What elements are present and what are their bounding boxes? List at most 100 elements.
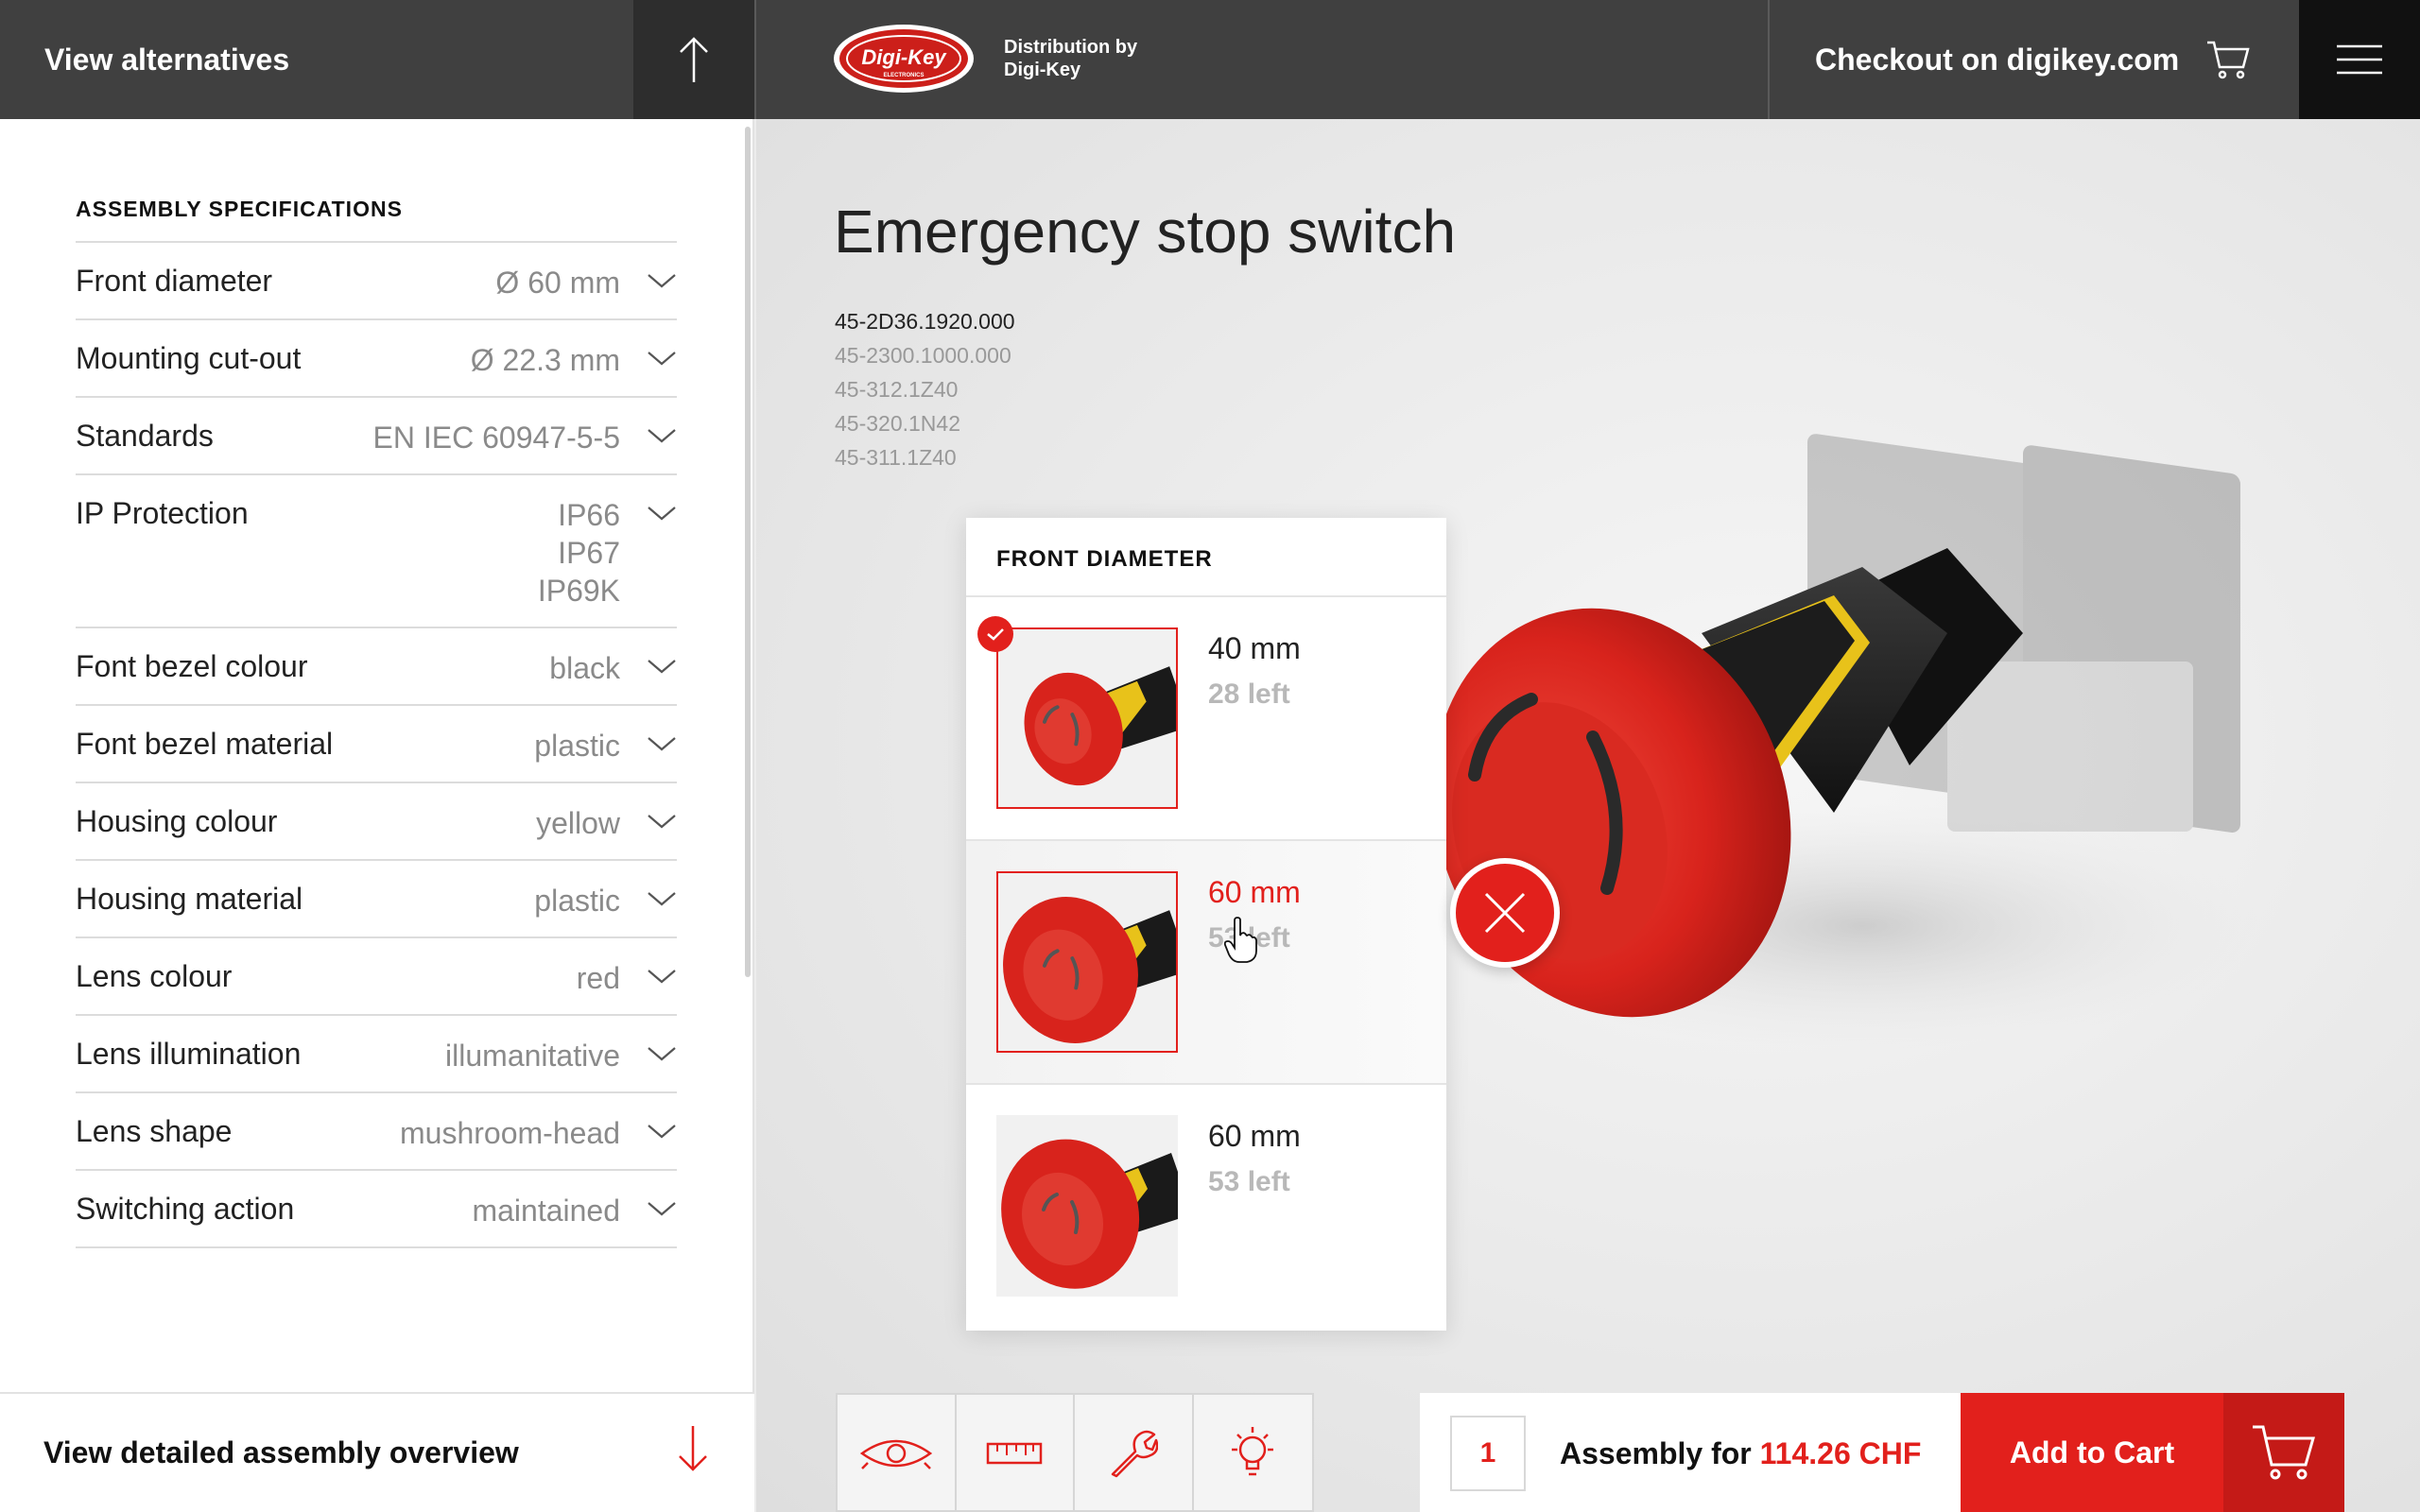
- option-stock: 53 left: [1208, 1166, 1290, 1197]
- spec-row[interactable]: Font bezel material plastic: [76, 706, 677, 783]
- quantity-input[interactable]: 1: [1450, 1416, 1526, 1491]
- close-icon: [1484, 892, 1526, 934]
- digikey-logo: Digi-Key ELECTRONICS: [834, 25, 974, 93]
- product-title: Emergency stop switch: [834, 198, 1457, 266]
- spec-row[interactable]: Front diameter Ø 60 mm: [76, 243, 677, 320]
- checkout-button[interactable]: Checkout on digikey.com: [1770, 0, 2299, 119]
- option-thumbnail: [996, 871, 1178, 1053]
- chevron-down-icon: [648, 737, 676, 751]
- chevron-down-icon: [648, 660, 676, 674]
- lightbulb-icon: [1232, 1427, 1274, 1476]
- option-stock: 28 left: [1208, 679, 1290, 710]
- front-diameter-popup: FRONT DIAMETER 40 mm 28 left 60 mm 53 left…: [966, 518, 1446, 1331]
- spec-row[interactable]: Mounting cut-out Ø 22.3 mm: [76, 320, 677, 398]
- view-overview-button[interactable]: View detailed assembly overview: [0, 1392, 754, 1512]
- dimensions-button[interactable]: [957, 1395, 1075, 1512]
- logo-text: Digi-Key: [861, 45, 947, 69]
- spec-row[interactable]: Lens illumination illumanitative: [76, 1016, 677, 1093]
- price-currency: CHF: [1858, 1436, 1922, 1470]
- spec-value: Ø 22.3 mm: [470, 343, 620, 377]
- arrow-up-icon[interactable]: [633, 0, 754, 119]
- spec-value: red: [576, 961, 620, 995]
- spec-values: yellow: [536, 804, 620, 842]
- chevron-down-icon: [648, 1047, 676, 1061]
- option-size: 60 mm: [1208, 1119, 1301, 1153]
- option-thumbnail: [996, 1115, 1178, 1297]
- hand-cursor-icon: [1224, 917, 1257, 963]
- divider: [754, 0, 756, 119]
- diameter-option[interactable]: 60 mm 53 left: [966, 1085, 1446, 1329]
- top-bar: View alternatives Digi-Key ELECTRONICS D…: [0, 0, 2420, 119]
- spec-values: plastic: [534, 727, 620, 765]
- overview-label: View detailed assembly overview: [43, 1435, 519, 1469]
- specifications-title: ASSEMBLY SPECIFICATIONS: [76, 197, 403, 221]
- spec-row[interactable]: Standards EN IEC 60947-5-5: [76, 398, 677, 475]
- chevron-down-icon: [648, 429, 676, 443]
- part-number-list: 45-2D36.1920.000 45-2300.1000.000 45-312.1…: [835, 304, 1015, 474]
- wrench-icon: [1111, 1430, 1158, 1478]
- scrollbar[interactable]: [745, 127, 751, 977]
- illumination-button[interactable]: [1194, 1395, 1313, 1512]
- spec-row[interactable]: Switching action maintained: [76, 1171, 677, 1248]
- hamburger-menu-icon[interactable]: [2299, 0, 2420, 119]
- checkout-label: Checkout on digikey.com: [1815, 42, 2180, 77]
- distribution-text: Distribution by Digi-Key: [1004, 36, 1137, 81]
- close-popup-button[interactable]: [1450, 858, 1560, 968]
- view-toolbar: [836, 1393, 1314, 1512]
- part-number: 45-311.1Z40: [835, 445, 957, 470]
- spec-value: plastic: [534, 884, 620, 918]
- cart-icon: [2207, 41, 2250, 79]
- spec-row[interactable]: Font bezel colour black: [76, 628, 677, 706]
- spec-values: illumanitative: [445, 1037, 620, 1074]
- assembly-label: Assembly for: [1560, 1436, 1752, 1470]
- part-number: 45-320.1N42: [835, 411, 960, 436]
- installation-button[interactable]: [1075, 1395, 1194, 1512]
- eye-icon: [859, 1439, 932, 1469]
- diameter-option[interactable]: 60 mm 53 left: [966, 841, 1446, 1085]
- spec-row[interactable]: Housing material plastic: [76, 861, 677, 938]
- spec-value: mushroom-head: [400, 1116, 620, 1150]
- add-to-cart-icon-button[interactable]: [2223, 1393, 2344, 1512]
- popup-title: FRONT DIAMETER: [966, 518, 1446, 597]
- specifications-panel: ASSEMBLY SPECIFICATIONS Front diameter Ø …: [0, 119, 754, 1512]
- spec-value: maintained: [472, 1194, 620, 1228]
- distributor-brand: Digi-Key ELECTRONICS Distribution by Dig…: [832, 23, 1137, 94]
- spec-value: IP66: [558, 498, 620, 532]
- part-number: 45-312.1Z40: [835, 377, 959, 402]
- distribution-line1: Distribution by: [1004, 37, 1138, 58]
- chevron-down-icon: [648, 352, 676, 366]
- add-to-cart-button[interactable]: Add to Cart: [1961, 1393, 2223, 1512]
- spec-values: plastic: [534, 882, 620, 919]
- cart-bar: 1 Assembly for 114.26 CHF Add to Cart: [1420, 1393, 2344, 1512]
- chevron-down-icon: [648, 970, 676, 984]
- spec-values: IP66 IP67 IP69K: [538, 496, 620, 610]
- distribution-line2: Digi-Key: [1004, 60, 1081, 80]
- spec-value: black: [549, 651, 620, 685]
- chevron-down-icon: [648, 815, 676, 829]
- spec-row[interactable]: IP Protection IP66 IP67 IP69K: [76, 475, 677, 628]
- spec-values: Ø 22.3 mm: [471, 341, 620, 379]
- spec-row[interactable]: Housing colour yellow: [76, 783, 677, 861]
- option-size: 40 mm: [1208, 631, 1301, 665]
- spec-value: IP69K: [537, 574, 620, 608]
- spec-values: red: [577, 959, 620, 997]
- spec-values: mushroom-head: [400, 1114, 620, 1152]
- view-mode-button[interactable]: [838, 1395, 957, 1512]
- checkmark-icon: [977, 616, 1013, 652]
- logo-subtext: ELECTRONICS: [883, 73, 924, 78]
- assembly-price: Assembly for 114.26 CHF: [1560, 1436, 1921, 1471]
- spec-values: Ø 60 mm: [495, 264, 620, 301]
- option-size: 60 mm: [1208, 875, 1301, 909]
- add-to-cart-label: Add to Cart: [2009, 1435, 2175, 1469]
- spec-row[interactable]: Lens shape mushroom-head: [76, 1093, 677, 1171]
- spec-value: EN IEC 60947-5-5: [372, 421, 620, 455]
- chevron-down-icon: [648, 1125, 676, 1139]
- diameter-option[interactable]: 40 mm 28 left: [966, 597, 1446, 841]
- option-thumbnail: [996, 627, 1178, 809]
- view-alternatives-button[interactable]: View alternatives: [0, 0, 633, 119]
- product-image: [1432, 434, 2259, 1049]
- spec-row[interactable]: Lens colour red: [76, 938, 677, 1016]
- spec-value: yellow: [536, 806, 620, 840]
- part-number: 45-2D36.1920.000: [835, 309, 1015, 334]
- part-number: 45-2300.1000.000: [835, 343, 1011, 368]
